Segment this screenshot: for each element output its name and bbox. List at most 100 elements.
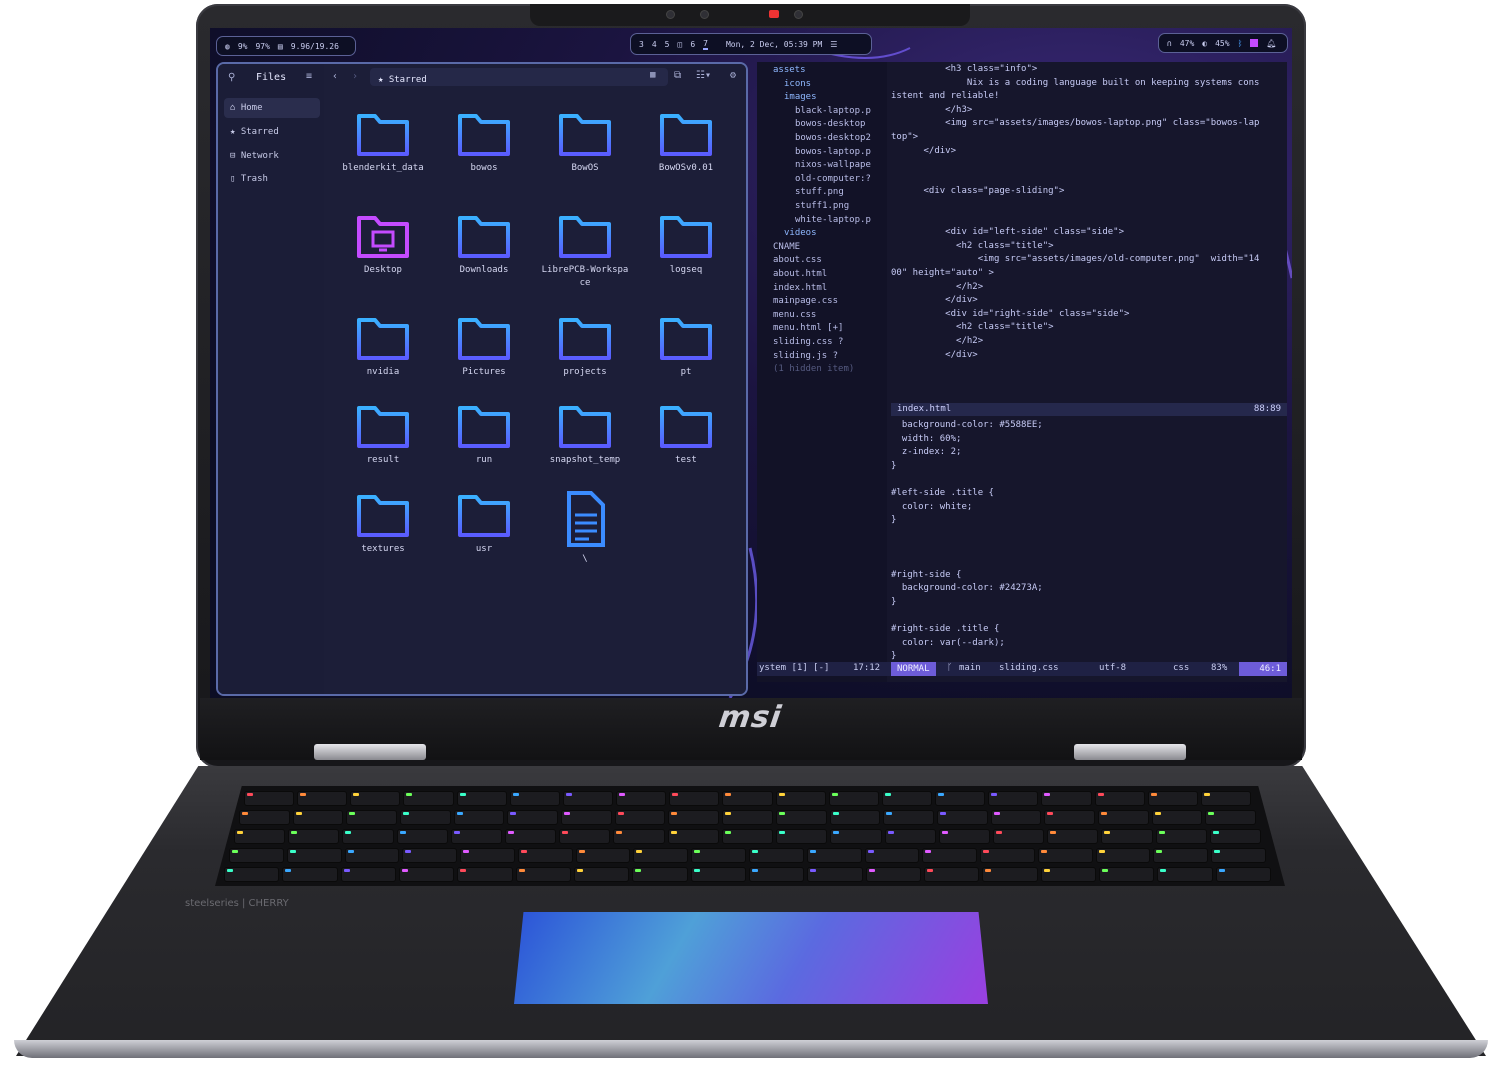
tree-item[interactable]: stuff.png: [795, 187, 844, 197]
bluetooth-icon[interactable]: ᛒ: [1238, 39, 1243, 48]
desktop-folder-icon: [338, 210, 428, 260]
keyboard-key: [508, 811, 558, 824]
folder-item[interactable]: run: [439, 400, 529, 467]
sidebar-item-starred[interactable]: ★ Starred: [224, 122, 320, 142]
file-item[interactable]: \: [540, 489, 630, 566]
code-pane-bottom[interactable]: background-color: #5588EE; width: 60%; z…: [891, 418, 1287, 664]
tree-item[interactable]: (1 hidden item): [773, 364, 854, 374]
tree-item[interactable]: nixos-wallpape: [795, 160, 871, 170]
tree-item[interactable]: about.css: [773, 255, 822, 265]
notification-bell-icon[interactable]: 🔔︎: [1266, 39, 1276, 48]
item-label: textures: [361, 544, 405, 554]
folder-icon: [641, 108, 731, 158]
workspace-4[interactable]: 4: [652, 40, 657, 49]
keyboard-key: [936, 792, 985, 805]
new-folder-icon[interactable]: ⧉: [674, 70, 681, 81]
keyboard-key: [347, 811, 397, 824]
tree-item[interactable]: icons: [784, 79, 811, 89]
forward-icon[interactable]: ›: [352, 71, 358, 82]
folder-item[interactable]: test: [641, 400, 731, 467]
tree-item[interactable]: CNAME: [773, 242, 800, 252]
tree-item[interactable]: about.html: [773, 269, 827, 279]
folder-item[interactable]: LibrePCB-Workspace: [540, 210, 630, 290]
keyboard-key: [1210, 830, 1260, 843]
sidebar-item-home[interactable]: ⌂ Home: [224, 98, 320, 118]
workspace-5[interactable]: 5: [665, 40, 670, 49]
keyboard-key: [560, 830, 610, 843]
location-bar[interactable]: ★ Starred: [370, 68, 668, 86]
folder-item[interactable]: blenderkit_data: [338, 108, 428, 175]
keyboard-key: [722, 830, 773, 843]
tree-item[interactable]: stuff1.png: [795, 201, 849, 211]
folder-icon: [439, 210, 529, 260]
folder-item[interactable]: usr: [439, 489, 529, 556]
keyboard-key: [777, 830, 827, 843]
code-pane-top[interactable]: <h3 class="info"> Nix is a coding langua…: [891, 62, 1287, 402]
keyboard-key: [562, 811, 611, 824]
keyboard-key: [989, 792, 1038, 805]
keyboard-key: [925, 868, 979, 881]
keyboard-key: [634, 849, 688, 862]
tree-item[interactable]: menu.css: [773, 310, 816, 320]
code-line: color: white;: [891, 501, 973, 512]
folder-item[interactable]: Desktop: [338, 210, 428, 277]
tree-item[interactable]: menu.html [+]: [773, 323, 843, 333]
record-icon[interactable]: [1250, 39, 1259, 47]
keyboard-key: [617, 792, 666, 805]
folder-item[interactable]: logseq: [641, 210, 731, 277]
code-line: </h2>: [891, 281, 984, 292]
keyboard-key: [397, 830, 447, 843]
code-line: }: [891, 460, 897, 471]
workspace-7[interactable]: 7: [703, 39, 708, 50]
touchpad[interactable]: [514, 912, 988, 1004]
back-icon[interactable]: ‹: [332, 71, 338, 82]
search-icon[interactable]: ⚲: [228, 72, 235, 83]
tree-item[interactable]: videos: [784, 228, 817, 238]
tree-item[interactable]: index.html: [773, 283, 827, 293]
webcam-notch: [530, 4, 970, 26]
workspace-6[interactable]: 6: [690, 40, 695, 49]
folder-item[interactable]: snapshot_temp: [540, 400, 630, 467]
code-line: top">: [891, 132, 919, 142]
memory-usage: 97%: [255, 41, 270, 51]
folder-item[interactable]: textures: [338, 489, 428, 556]
code-line: istent and reliable!: [891, 91, 1000, 102]
sidebar-item-trash[interactable]: ▯ Trash: [224, 169, 320, 189]
tree-item[interactable]: old-computer:?: [795, 174, 871, 184]
hamburger-menu-icon[interactable]: ≡: [306, 71, 312, 82]
sidebar-item-network[interactable]: ⊟ Network: [224, 146, 320, 166]
folder-item[interactable]: Downloads: [439, 210, 529, 277]
item-label: bowos: [470, 163, 498, 173]
folder-item[interactable]: projects: [540, 312, 630, 379]
folder-item[interactable]: nvidia: [338, 312, 428, 379]
folder-item[interactable]: BowOSv0.01: [641, 108, 731, 175]
tree-item[interactable]: images: [784, 92, 817, 102]
keyboard-key: [343, 830, 393, 843]
tree-item[interactable]: sliding.js ?: [773, 351, 838, 361]
sort-icon[interactable]: ☷▾: [696, 70, 711, 81]
folder-item[interactable]: bowos: [439, 108, 529, 175]
settings-icon[interactable]: ⚙: [730, 70, 736, 81]
tree-item[interactable]: sliding.css ?: [773, 337, 843, 347]
workspace-3[interactable]: 3: [639, 40, 644, 49]
tree-item[interactable]: white-laptop.p: [795, 215, 871, 225]
keyboard-key: [1216, 868, 1270, 881]
folder-item[interactable]: Pictures: [439, 312, 529, 379]
tree-item[interactable]: assets: [773, 65, 806, 75]
keyboard-key: [866, 868, 920, 881]
tree-item[interactable]: bowos-laptop.p: [795, 147, 871, 157]
grid-view-icon[interactable]: ▦: [650, 70, 655, 80]
folder-item[interactable]: pt: [641, 312, 731, 379]
code-editor-window: assets icons images black-laptop.p bowos-des…: [757, 62, 1287, 682]
keyboard-key: [633, 868, 687, 881]
tree-item[interactable]: black-laptop.p: [795, 106, 871, 116]
folder-item[interactable]: result: [338, 400, 428, 467]
code-line: background-color: #5588EE;: [891, 420, 1043, 430]
tree-item[interactable]: bowos-desktop: [795, 119, 865, 129]
tree-item[interactable]: mainpage.css: [773, 296, 838, 306]
tree-item[interactable]: bowos-desktop2: [795, 133, 871, 143]
folder-item[interactable]: BowOS: [540, 108, 630, 175]
status-tray: ∩ 47% ◐ 45% ᛒ 🔔︎: [1158, 33, 1288, 53]
menu-icon[interactable]: ☰: [830, 40, 837, 49]
keyboard-key: [510, 792, 559, 805]
